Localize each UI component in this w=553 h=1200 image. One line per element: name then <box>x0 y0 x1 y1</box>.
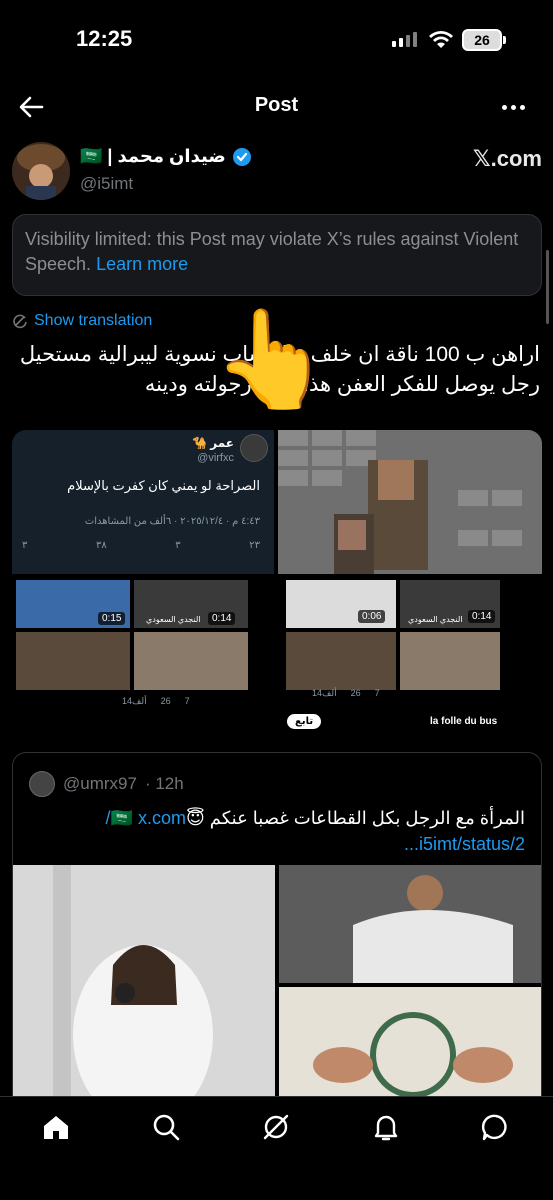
battery-tip <box>503 36 506 44</box>
author-avatar[interactable] <box>12 142 70 200</box>
learn-more-link[interactable]: Learn more <box>96 254 188 274</box>
status-bar: 12:25 26 <box>0 0 553 80</box>
quoted-meta: ٤:٤٣ م · ٢٠٢٥/١٢/٤ · ٦ألف من المشاهدات <box>84 516 260 527</box>
video-duration: 0:06 <box>358 610 386 623</box>
bookmark-count: ٣ <box>22 540 28 551</box>
screenshot-tweet-card[interactable]: عمر 🐪 @virfxc الصراحة لو يمني كان كفرت ب… <box>12 430 274 574</box>
scrollbar-thumb[interactable] <box>546 250 549 324</box>
collage-actions-right: 14ألف 26 7 <box>312 688 380 698</box>
post-media-grid[interactable]: عمر 🐪 @virfxc الصراحة لو يمني كان كفرت ب… <box>12 430 542 724</box>
search-icon[interactable] <box>150 1111 182 1143</box>
quoted-post-media[interactable] <box>13 865 541 1111</box>
video-caption: النجدي السعودي <box>146 615 201 624</box>
grok-icon[interactable] <box>260 1111 292 1143</box>
wifi-icon <box>429 31 453 48</box>
home-icon[interactable] <box>40 1111 72 1143</box>
video-duration: 0:14 <box>208 612 236 625</box>
pointing-up-hand-emoji: 👆 <box>212 306 332 413</box>
collage-actions-left: 14ألف 26 7 <box>122 696 190 706</box>
more-options-icon[interactable] <box>498 92 528 122</box>
quoted-post-header: @umrx97 · 12h <box>29 771 184 797</box>
cellular-signal-icon <box>392 32 417 47</box>
like-count: ٣٨ <box>95 540 107 551</box>
show-translation-label[interactable]: Show translation <box>34 312 152 330</box>
quoted-post-handle: @umrx97 <box>63 774 137 793</box>
messages-icon[interactable] <box>480 1111 512 1143</box>
quoted-actions: ٢٣ ٣ ٣٨ ٣ <box>22 540 260 551</box>
quoted-post-link-cont[interactable]: i5imt/status/2... <box>404 834 525 854</box>
video-duration: 0:15 <box>98 612 126 625</box>
page-title: Post <box>254 94 299 116</box>
video-thumbnail[interactable] <box>286 632 396 690</box>
video-thumbnail[interactable] <box>400 632 500 690</box>
translate-icon <box>13 314 27 329</box>
top-navigation: Post <box>0 80 553 132</box>
retweet-count: ٣ <box>175 540 181 551</box>
show-translation-button[interactable]: Show translation <box>12 312 152 330</box>
follow-chip[interactable]: تابع <box>287 714 322 729</box>
blurred-street-photo[interactable] <box>278 430 542 574</box>
video-thumbnail[interactable] <box>134 632 248 690</box>
quoted-handle: @virfxc <box>197 452 234 464</box>
quoted-post-time: · 12h <box>144 774 184 793</box>
author-handle[interactable]: @i5imt <box>80 174 133 194</box>
post-author: ضيدان محمد | 🇸🇦 @i5imt 𝕏.com <box>12 142 542 204</box>
video-duration: 0:14 <box>468 610 496 623</box>
visibility-limited-notice: Visibility limited: this Post may violat… <box>12 214 542 296</box>
quoted-avatar <box>240 434 268 462</box>
video-thumbnail[interactable] <box>16 632 130 690</box>
battery-indicator: 26 <box>462 29 502 51</box>
quoted-post-text: المرأة مع الرجل بكل القطاعات غصبا عنكم 😇… <box>27 805 525 857</box>
quoted-post-card[interactable]: @umrx97 · 12h المرأة مع الرجل بكل القطاع… <box>12 752 542 1112</box>
verified-badge-icon <box>232 147 251 166</box>
author-name[interactable]: ضيدان محمد | 🇸🇦 <box>80 146 226 167</box>
notifications-icon[interactable] <box>370 1111 402 1143</box>
quoted-post-avatar <box>29 771 55 797</box>
status-time: 12:25 <box>76 26 133 51</box>
reply-count: ٢٣ <box>249 540 260 551</box>
quoted-text: الصراحة لو يمني كان كفرت بالإسلام <box>67 478 260 493</box>
folle-caption: la folle du bus <box>430 716 498 727</box>
author-name-row[interactable]: ضيدان محمد | 🇸🇦 <box>80 146 252 167</box>
x-com-watermark: 𝕏.com <box>472 146 542 171</box>
bottom-tab-bar <box>0 1096 553 1200</box>
quoted-name: عمر 🐪 <box>192 436 234 450</box>
video-caption: النجدي السعودي <box>408 615 463 624</box>
